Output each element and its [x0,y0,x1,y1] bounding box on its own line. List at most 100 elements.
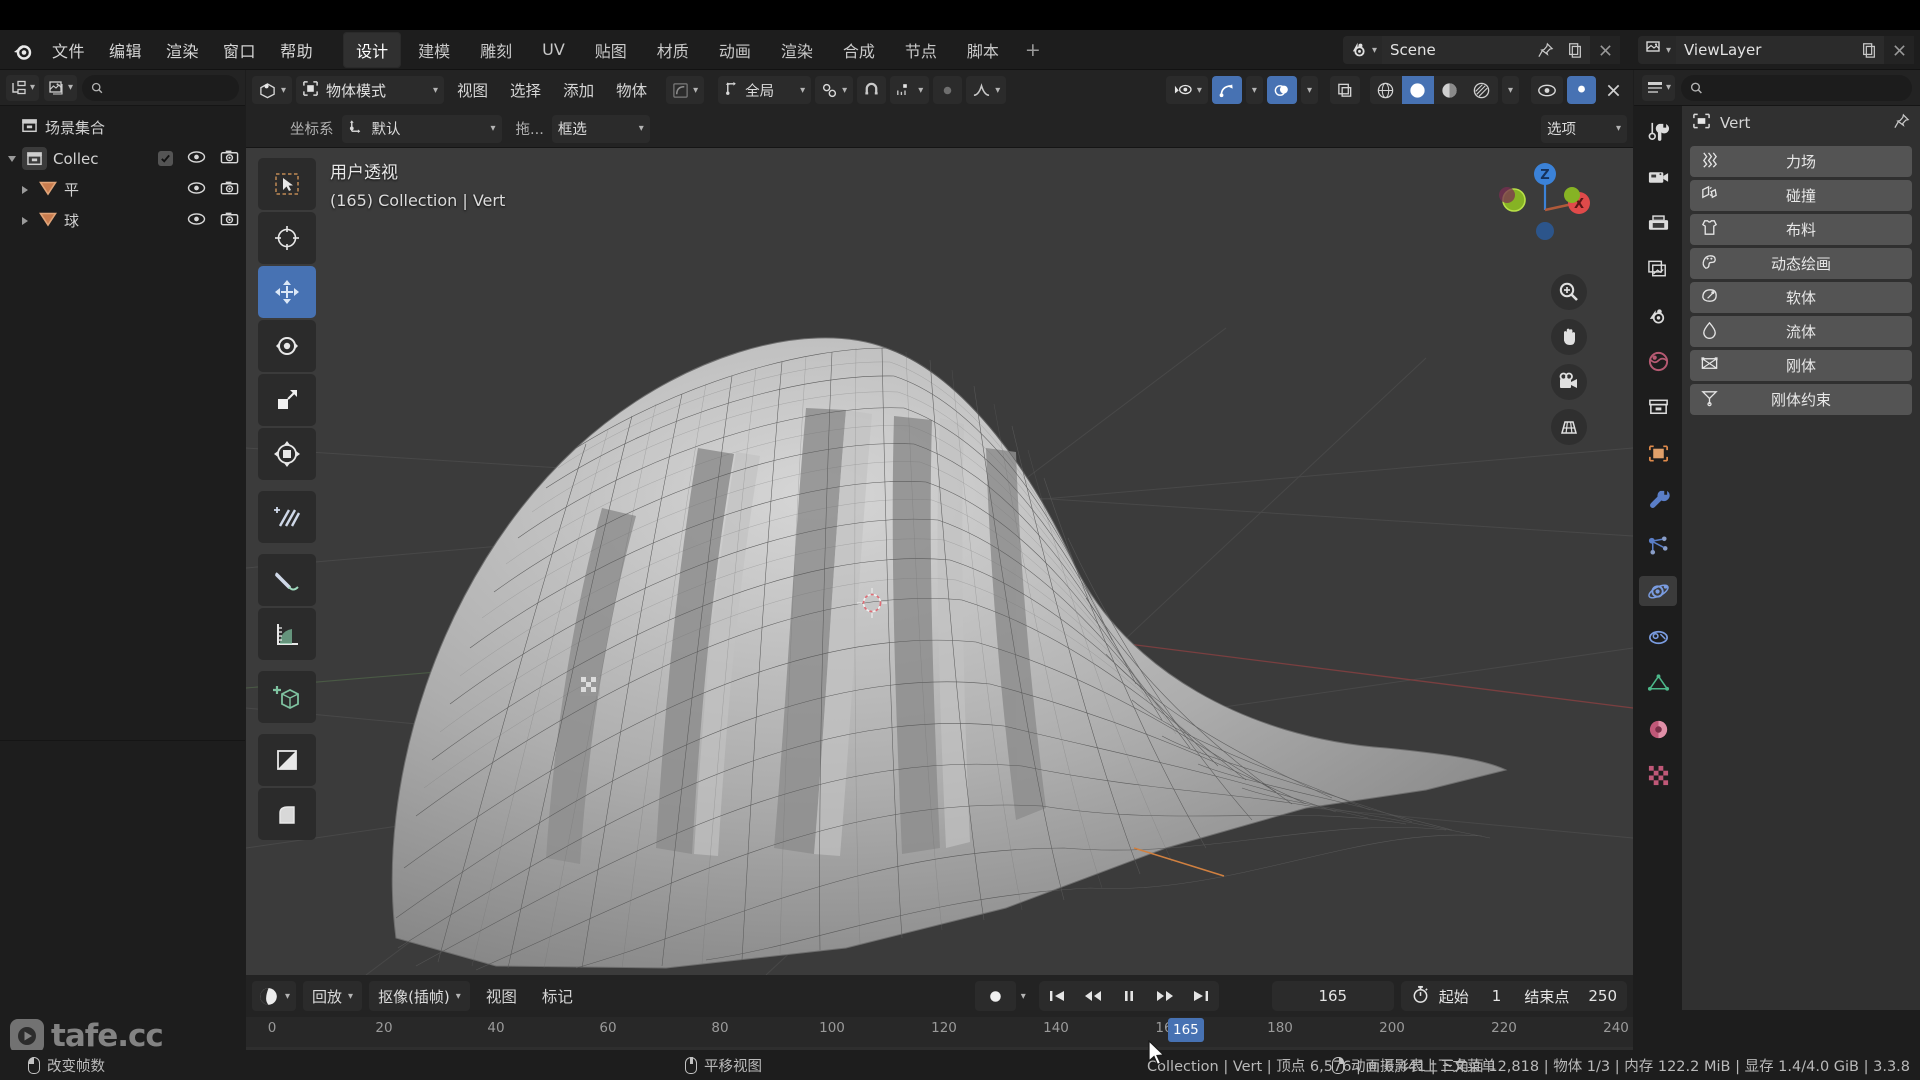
timeline-ruler[interactable]: 0 20 40 60 80 100 120 140 16 180 200 220… [246,1017,1633,1047]
viewport-canvas[interactable]: 用户透视 (165) Collection | Vert Z X [246,148,1633,975]
chevron-down-icon[interactable]: ▾ [1021,991,1026,1002]
physics-button-rigid-body[interactable]: 刚体 [1690,350,1912,381]
chevron-down-icon[interactable] [8,155,16,162]
stopwatch-icon[interactable] [1411,985,1430,1008]
snap-increment-button[interactable]: ▾ [890,76,930,104]
viewlayer-name-field[interactable]: ViewLayer [1676,36,1854,64]
outliner-row-sphere[interactable]: 球 [0,205,245,236]
shading-material-icon[interactable] [1434,76,1466,104]
physics-button-force-field[interactable]: 力场 [1690,146,1912,177]
properties-search-input[interactable] [1681,74,1912,101]
properties-tab-collection[interactable] [1639,392,1677,422]
pin-icon[interactable] [1893,113,1910,134]
eye-icon[interactable] [187,150,206,168]
properties-tab-particles[interactable] [1639,530,1677,560]
gizmo-toggle-button[interactable] [1211,76,1242,104]
workspace-tab-compositing[interactable]: 合成 [830,32,888,68]
blender-logo-icon[interactable] [6,33,40,67]
timeline-menu-playback[interactable]: 回放 ▾ [303,981,363,1011]
properties-tab-tool[interactable] [1639,116,1677,146]
outliner-row-scene-collection[interactable]: 场景集合 [0,112,245,143]
menu-edit[interactable]: 编辑 [98,33,153,67]
chevron-right-icon[interactable] [22,216,28,225]
outliner-filter-button[interactable]: ▾ [44,74,78,101]
frame-end-value[interactable]: 250 [1588,987,1617,1005]
viewlayer-browse-button[interactable]: ▾ [1637,36,1676,64]
properties-tab-texture[interactable] [1639,760,1677,790]
close-icon[interactable] [1590,36,1620,64]
workspace-tab-scripting[interactable]: 脚本 [954,32,1012,68]
workspace-tab-animation[interactable]: 动画 [706,32,764,68]
cursor-icon[interactable] [258,212,316,264]
menu-render[interactable]: 渲染 [155,33,210,67]
eye-icon[interactable] [187,212,206,230]
viewport-menu-view[interactable]: 视图 [448,75,497,105]
collection-enable-checkbox[interactable] [158,151,173,166]
overlays-toggle-button[interactable] [1266,76,1297,104]
transform-orientation-dropdown[interactable]: 默认 ▾ [341,114,502,143]
menu-window[interactable]: 窗口 [212,33,267,67]
pan-hand-icon[interactable] [1551,319,1587,355]
physics-button-rigid-body-constraint[interactable]: 刚体约束 [1690,384,1912,415]
timeline-playhead[interactable]: 165 [1168,1018,1204,1042]
timeline-menu-marker[interactable]: 标记 [533,981,582,1011]
scene-selector[interactable]: ▾ Scene [1342,36,1620,64]
viewport-shading-selector[interactable] [1369,76,1498,104]
shading-options-button[interactable]: ▾ [1501,76,1519,104]
pin-icon[interactable] [1530,36,1560,64]
properties-tab-object-data[interactable] [1639,668,1677,698]
bevel-icon[interactable] [258,788,316,840]
drag-action-dropdown[interactable]: 框选 ▾ [551,114,650,143]
workspace-tab-modeling[interactable]: 建模 [405,32,463,68]
workspace-tab-rendering[interactable]: 渲染 [768,32,826,68]
outliner-row-collection[interactable]: Collec [0,143,245,174]
viewport-extra-toggle[interactable] [1567,76,1596,104]
filter-eye-button[interactable] [1531,76,1563,104]
outliner-search-input[interactable] [82,74,239,101]
menu-file[interactable]: 文件 [41,33,96,67]
shading-rendered-icon[interactable] [1466,76,1498,104]
add-cube-icon[interactable] [258,671,316,723]
editor-type-timeline-button[interactable]: ▾ [252,981,297,1011]
menu-help[interactable]: 帮助 [269,33,324,67]
workspace-tab-sculpting[interactable]: 雕刻 [467,32,525,68]
transform-icon[interactable] [258,428,316,480]
viewport-menu-add[interactable]: 添加 [554,75,603,105]
editor-type-properties-button[interactable]: ▾ [1642,74,1676,101]
properties-tab-view-layer[interactable] [1639,254,1677,284]
close-icon[interactable] [1884,36,1914,64]
properties-tab-output[interactable] [1639,208,1677,238]
properties-search-field[interactable] [1708,80,1903,95]
shading-solid-icon[interactable] [1401,76,1434,104]
annotate-icon[interactable] [258,554,316,606]
add-workspace-button[interactable]: + [1014,36,1052,64]
viewport-menu-object[interactable]: 物体 [607,75,656,105]
measure-icon[interactable] [258,608,316,660]
interaction-mode-selector[interactable]: 物体模式 ▾ [296,76,445,104]
physics-button-dynamic-paint[interactable]: 动态绘画 [1690,248,1912,279]
transform-orientation-button[interactable]: 全局 ▾ [718,76,812,104]
camera-icon[interactable] [220,180,239,200]
camera-icon[interactable] [220,149,239,169]
editor-type-3dview-icon[interactable]: ▾ [252,76,293,104]
annotate-lines-icon[interactable] [258,491,316,543]
pause-icon[interactable] [1111,981,1147,1011]
physics-button-soft-body[interactable]: 软体 [1690,282,1912,313]
snap-magnet-button[interactable] [857,76,887,104]
workspace-tab-geometry-nodes[interactable]: 节点 [892,32,950,68]
properties-tab-modifiers[interactable] [1639,484,1677,514]
properties-tab-material[interactable] [1639,714,1677,744]
overlays-options-button[interactable]: ▾ [1300,76,1318,104]
properties-tab-physics[interactable] [1639,576,1677,606]
tweak-select-box-icon[interactable] [258,158,316,210]
camera-icon[interactable] [220,211,239,231]
object-visibility-button[interactable]: ▾ [1165,76,1208,104]
workspace-tab-texpaint[interactable]: 贴图 [582,32,640,68]
properties-tab-scene[interactable] [1639,300,1677,330]
viewport-options-dropdown[interactable]: 选项 ▾ [1541,114,1627,143]
frame-start-value[interactable]: 1 [1492,987,1502,1005]
falloff-curve-button[interactable]: ▾ [966,76,1007,104]
scene-name-field[interactable]: Scene [1382,36,1530,64]
outliner-row-plane[interactable]: 平 [0,174,245,205]
current-frame-field[interactable]: 165 [1271,981,1394,1011]
